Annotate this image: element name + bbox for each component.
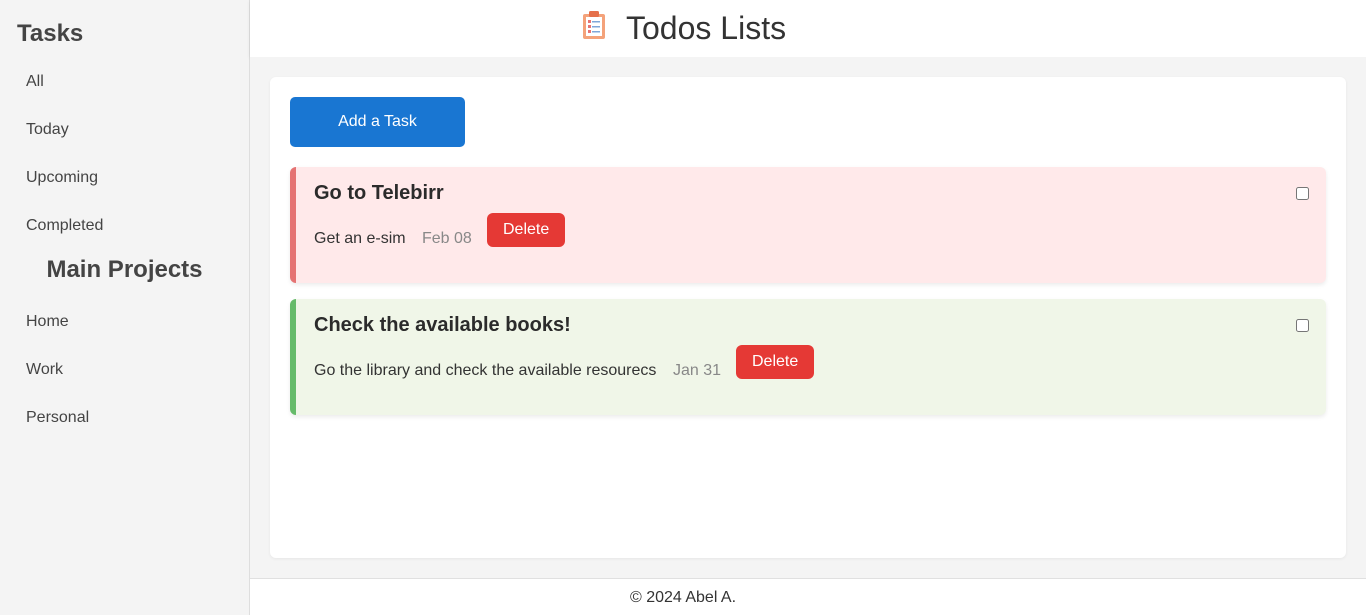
sidebar-item-upcoming[interactable]: Upcoming [26,168,98,188]
sidebar-item-all[interactable]: All [26,72,44,92]
main-content: Add a Task Go to Telebirr Get an e-sim F… [250,57,1366,578]
task-description: Go the library and check the available r… [314,362,657,379]
tasks-card: Add a Task Go to Telebirr Get an e-sim F… [270,77,1346,558]
sidebar: Tasks All Today Upcoming Completed Main … [0,0,250,615]
add-task-button[interactable]: Add a Task [290,97,465,147]
footer-copyright: © 2024 Abel A. [629,589,737,606]
sidebar-item-today[interactable]: Today [26,120,69,140]
task-card: Go to Telebirr Get an e-sim Feb 08 Delet… [290,167,1326,283]
header: Todos Lists [250,0,1366,57]
sidebar-tasks-heading: Tasks [17,20,84,47]
footer: © 2024 Abel A. [250,578,1366,615]
task-date: Feb 08 [422,230,472,247]
delete-task-button[interactable]: Delete [736,345,815,379]
clipboard-icon [582,10,606,40]
sidebar-item-work[interactable]: Work [26,360,63,380]
sidebar-projects-heading: Main Projects [46,256,203,283]
sidebar-item-completed[interactable]: Completed [26,216,103,236]
sidebar-item-personal[interactable]: Personal [26,408,89,428]
todo-app: Tasks All Today Upcoming Completed Main … [0,0,1366,615]
task-title: Go to Telebirr [314,182,444,204]
task-card: Check the available books! Go the librar… [290,299,1326,415]
task-complete-checkbox[interactable] [1296,319,1309,332]
delete-task-button[interactable]: Delete [487,213,566,247]
task-description: Get an e-sim [314,230,406,247]
task-complete-checkbox[interactable] [1296,187,1309,200]
task-title: Check the available books! [314,314,571,336]
task-date: Jan 31 [673,362,722,379]
page-title: Todos Lists [626,10,787,46]
sidebar-item-home[interactable]: Home [26,312,69,332]
